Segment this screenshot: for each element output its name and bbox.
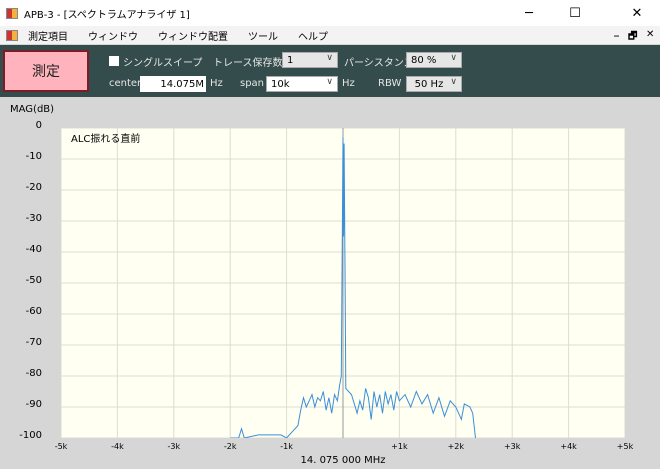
- rbw-select[interactable]: 50 Hz ∨: [406, 76, 462, 92]
- center-label: center: [109, 78, 142, 89]
- y-tick-label: -10: [25, 151, 42, 162]
- y-tick-label: -100: [19, 430, 42, 441]
- chevron-down-icon: ∨: [450, 77, 457, 87]
- span-unit: Hz: [342, 78, 355, 89]
- app-icon: [6, 7, 18, 19]
- chevron-down-icon: ∨: [326, 53, 333, 63]
- y-tick-label: -50: [25, 275, 42, 286]
- x-tick-label: +2k: [447, 442, 465, 451]
- menu-measure-items[interactable]: 測定項目: [28, 28, 68, 43]
- x-tick-label: +4k: [560, 442, 577, 451]
- center-input[interactable]: [140, 76, 206, 92]
- single-sweep-checkbox[interactable]: [109, 56, 119, 66]
- y-tick-label: -20: [25, 182, 42, 193]
- center-unit: Hz: [210, 78, 223, 89]
- window-title: APB-3 - [スペクトラムアナライザ 1]: [24, 9, 190, 21]
- menu-tools[interactable]: ツール: [248, 28, 278, 43]
- x-tick-label: -3k: [167, 442, 181, 451]
- trace-keep-select[interactable]: 1 ∨: [282, 52, 338, 68]
- menu-help[interactable]: ヘルプ: [298, 28, 328, 43]
- rbw-label: RBW: [378, 78, 402, 89]
- x-tick-label: -4k: [111, 442, 124, 451]
- span-label: span: [240, 78, 265, 89]
- rbw-value: 50 Hz: [414, 78, 444, 90]
- x-tick-label: -2k: [223, 442, 237, 451]
- span-select[interactable]: 10k ∨: [266, 76, 338, 92]
- spectrum-trace: [230, 137, 476, 439]
- span-value: 10k: [271, 78, 290, 90]
- menu-window-layout[interactable]: ウィンドウ配置: [158, 28, 228, 43]
- plot-area: ALC振れる直前: [60, 127, 626, 439]
- y-tick-label: -40: [25, 244, 42, 255]
- persistence-label: パーシスタンス: [344, 58, 414, 69]
- trace-keep-label: トレース保存数: [213, 58, 283, 69]
- single-sweep-label: シングルスイープ: [123, 58, 203, 69]
- y-axis-title: MAG(dB): [10, 104, 55, 115]
- persistence-select[interactable]: 80 % ∨: [406, 52, 462, 68]
- x-axis-title: 14. 075 000 MHz: [300, 455, 386, 466]
- maximize-button[interactable]: ☐: [552, 0, 598, 26]
- trace-keep-value: 1: [287, 54, 294, 66]
- persistence-value: 80 %: [411, 54, 437, 66]
- x-tick-label: +5k: [616, 442, 634, 451]
- y-tick-label: -70: [25, 337, 42, 348]
- menu-bar: 測定項目 ウィンドウ ウィンドウ配置 ツール ヘルプ: [0, 26, 660, 44]
- x-tick-label: +1k: [391, 442, 408, 451]
- minimize-button[interactable]: ─: [506, 0, 552, 26]
- menu-window[interactable]: ウィンドウ: [88, 28, 138, 43]
- x-tick-label: -1k: [280, 442, 293, 451]
- close-button[interactable]: ✕: [614, 0, 660, 26]
- y-tick-label: -80: [25, 368, 42, 379]
- spectrum-chart: [60, 127, 626, 439]
- chart-annotation: ALC振れる直前: [71, 134, 141, 145]
- chevron-down-icon: ∨: [326, 77, 333, 87]
- y-tick-label: -30: [25, 213, 42, 224]
- title-bar: APB-3 - [スペクトラムアナライザ 1] ─ ☐ ✕: [0, 0, 660, 26]
- y-tick-label: 0: [35, 120, 42, 131]
- mdi-close-button[interactable]: ✕: [646, 29, 654, 40]
- chevron-down-icon: ∨: [450, 53, 457, 63]
- y-tick-label: -90: [25, 399, 42, 410]
- x-tick-label: +3k: [503, 442, 521, 451]
- x-tick-label: -5k: [54, 442, 68, 451]
- mdi-restore-button[interactable]: 🗗: [628, 29, 637, 46]
- mdi-minimize-button[interactable]: _: [614, 26, 619, 37]
- y-tick-label: -60: [25, 306, 42, 317]
- mdi-icon[interactable]: [6, 29, 18, 41]
- measure-button[interactable]: 測定: [3, 50, 89, 92]
